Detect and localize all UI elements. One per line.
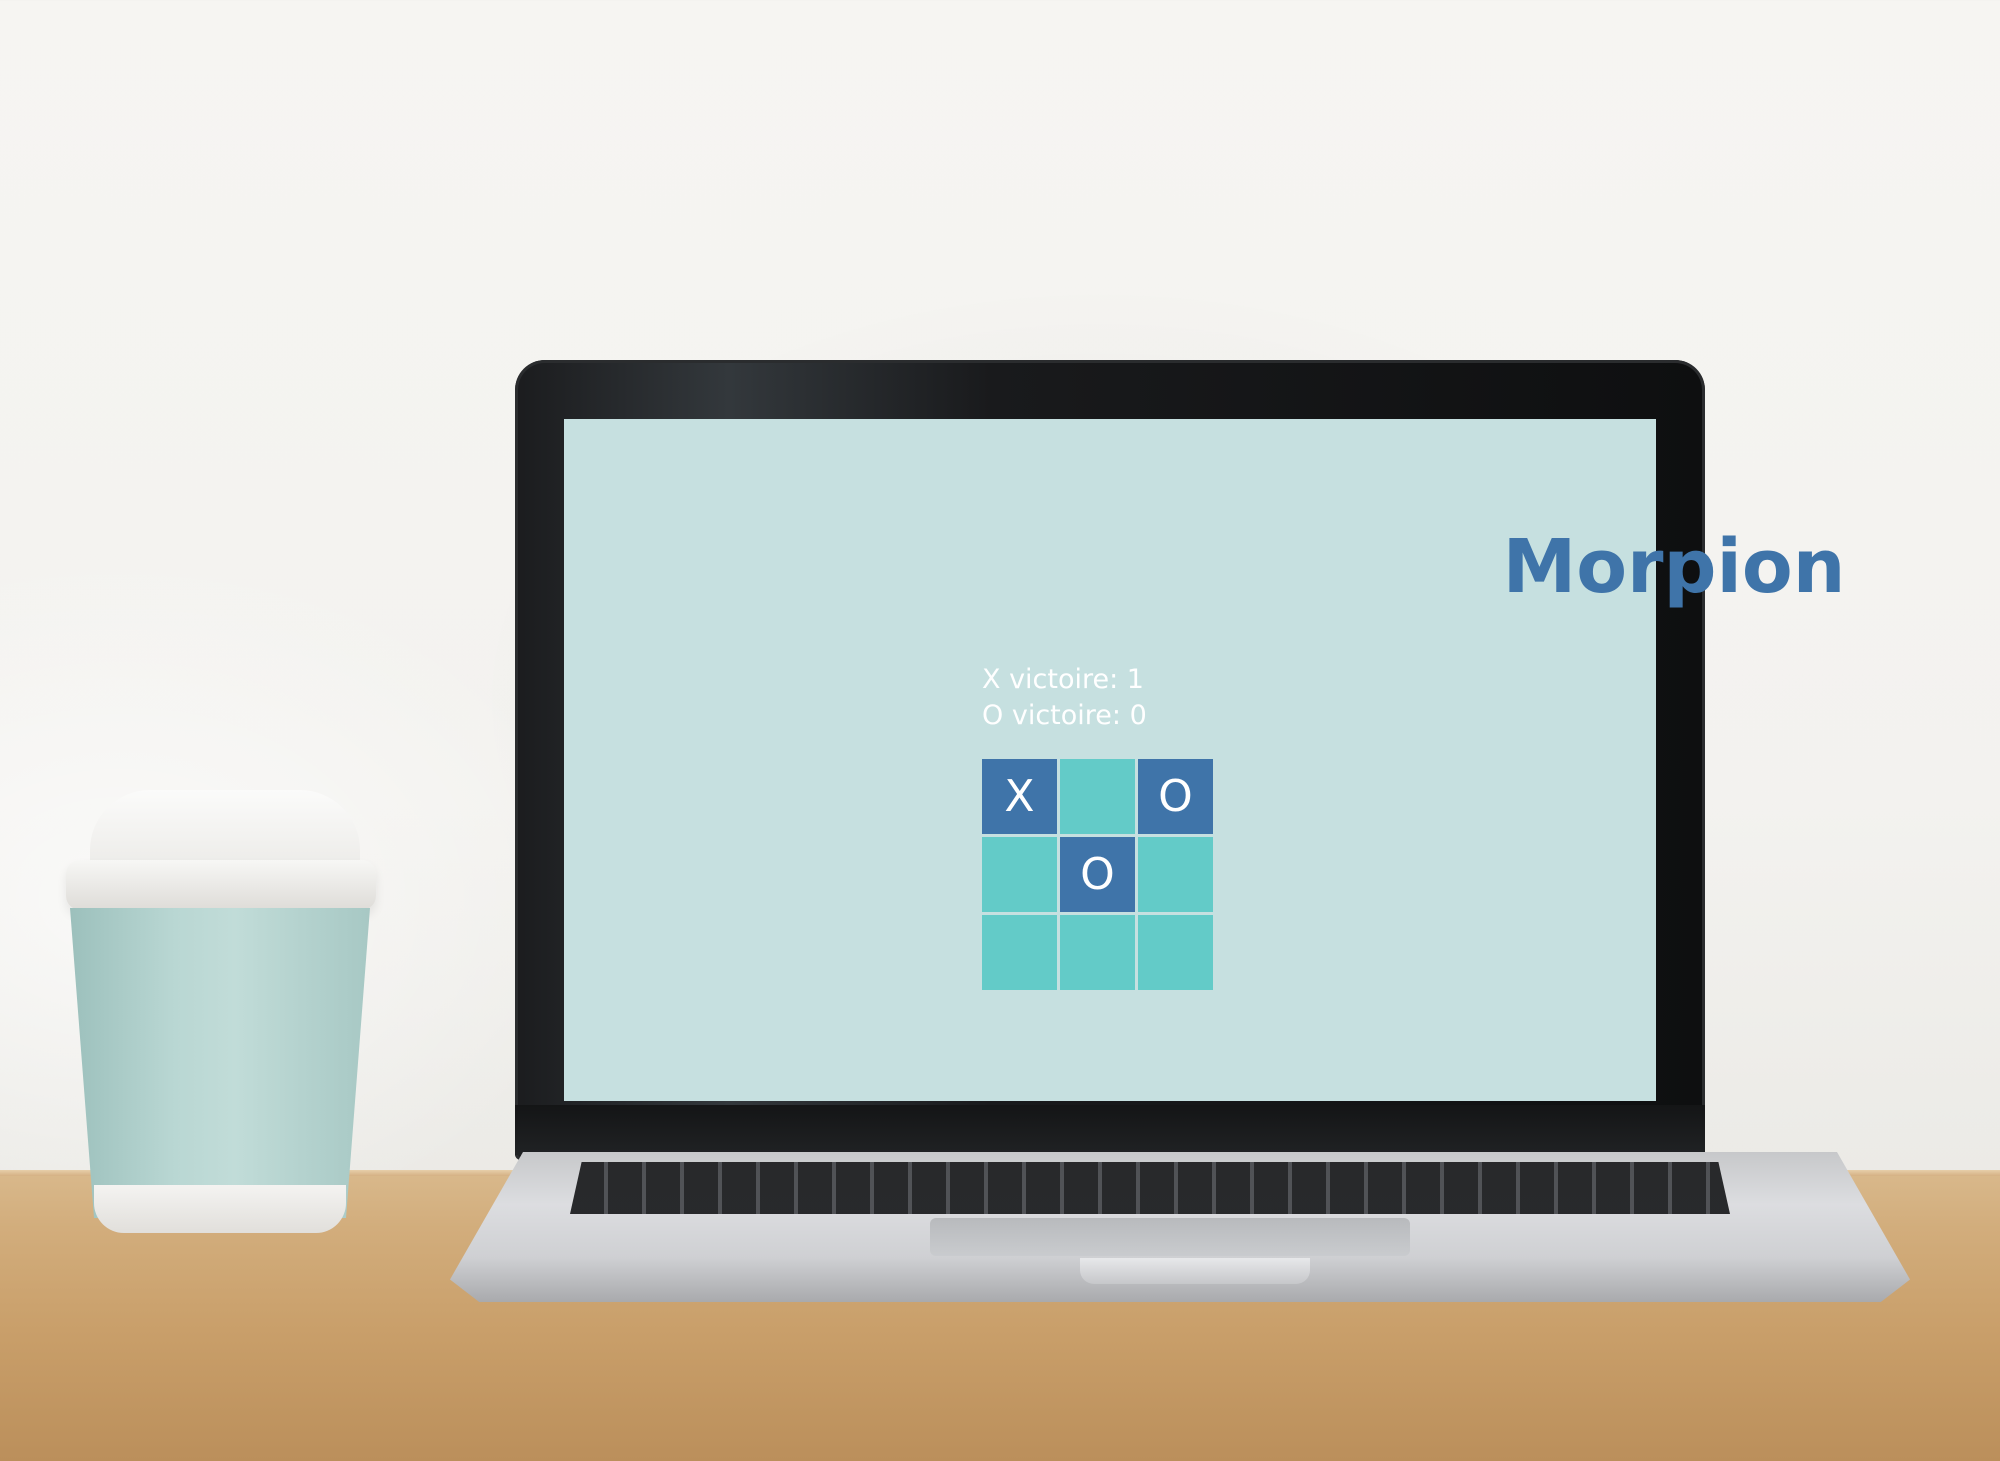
cup-body xyxy=(70,908,370,1218)
board-cell-r2-c1[interactable] xyxy=(982,837,1057,912)
board-cell-r3-c1[interactable] xyxy=(982,915,1057,990)
game-title: Morpion xyxy=(1502,524,1846,610)
board-cell-r2-c3[interactable] xyxy=(1138,837,1213,912)
laptop-keyboard xyxy=(570,1162,1730,1214)
tic-tac-toe-game: X victoire: 1 O victoire: 0 X O O xyxy=(982,662,1213,990)
game-board: X O O xyxy=(982,759,1213,990)
laptop-front-notch xyxy=(1080,1258,1310,1284)
board-cell-r1-c1[interactable]: X xyxy=(982,759,1057,834)
laptop-bezel xyxy=(515,1105,1705,1155)
coffee-cup xyxy=(60,780,380,1240)
laptop-trackpad xyxy=(930,1218,1410,1256)
cup-bottom xyxy=(94,1185,346,1233)
x-wins-score: X victoire: 1 xyxy=(982,664,1144,695)
board-cell-r3-c2[interactable] xyxy=(1060,915,1135,990)
cup-lid-rim xyxy=(66,860,376,910)
cup-lid xyxy=(90,790,360,870)
board-cell-r3-c3[interactable] xyxy=(1138,915,1213,990)
board-cell-r1-c2[interactable] xyxy=(1060,759,1135,834)
board-cell-r2-c2[interactable]: O xyxy=(1060,837,1135,912)
board-cell-r1-c3[interactable]: O xyxy=(1138,759,1213,834)
o-wins-score: O victoire: 0 xyxy=(982,700,1147,731)
score-panel: X victoire: 1 O victoire: 0 xyxy=(982,662,1213,734)
